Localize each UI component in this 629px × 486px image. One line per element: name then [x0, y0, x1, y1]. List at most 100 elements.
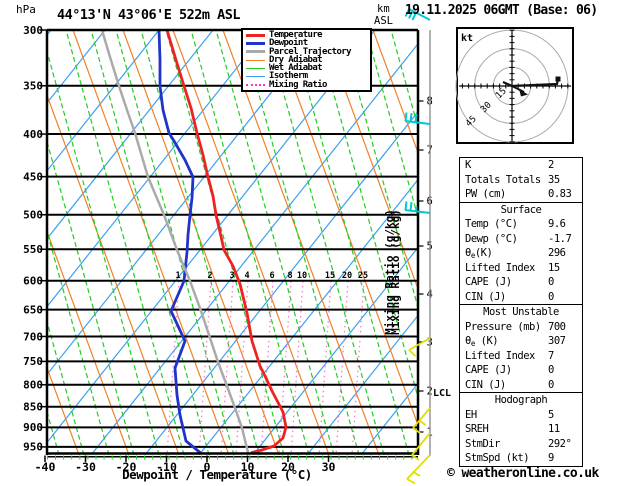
pressure-label: 600	[23, 275, 43, 288]
index-value: 0	[548, 364, 554, 376]
pressure-label: 900	[23, 421, 43, 434]
index-label: CAPE (J)	[465, 276, 512, 288]
adiabat-isotherm-line	[240, 30, 360, 455]
index-value: -1.7	[548, 232, 572, 245]
mixing-ratio-value-label: 4	[244, 271, 249, 281]
index-label: θe (K)	[465, 335, 499, 348]
plot-frame	[45, 28, 420, 458]
indices-section: K 2 Totals Totals 35 PW (cm) 0.83	[460, 158, 582, 202]
index-label: Temp (°C)	[465, 218, 518, 230]
altitude-unit-asl: ASL	[374, 15, 393, 27]
mixing-ratio-line	[351, 280, 365, 455]
pressure-label: 850	[23, 400, 43, 413]
adiabat-isotherm-line	[47, 49, 160, 455]
hodograph: 153045	[455, 27, 574, 144]
index-value: 0.83	[548, 188, 572, 200]
mixing-ratio-axis-label: Mixing Ratio (g/kg)	[383, 209, 396, 335]
wind-barb	[408, 349, 417, 357]
legend-item: Wet Adiabat	[246, 64, 370, 73]
indices-row: θe(K) 296	[460, 246, 582, 261]
wind-barb	[409, 201, 413, 211]
index-value: 15	[548, 261, 560, 274]
indices-row: Pressure (mb) 700	[460, 320, 582, 335]
indices-row: PW (cm) 0.83	[460, 187, 582, 202]
temperature-curve	[165, 30, 288, 454]
indices-row: Temp (°C) 9.6	[460, 217, 582, 232]
index-value: 0	[548, 378, 554, 391]
adiabat-isotherm-line	[90, 30, 210, 455]
pressure-label: 750	[23, 355, 43, 368]
pressure-label: 700	[23, 330, 43, 343]
indices-row: CIN (J) 0	[460, 290, 582, 305]
pressure-label: 800	[23, 379, 43, 392]
index-label: CAPE (J)	[465, 364, 512, 376]
parcel-trajectory-curve	[100, 30, 250, 454]
pressure-gridlines	[47, 29, 418, 448]
indices-section-header: Most Unstable	[483, 306, 559, 318]
temp-axis-label: Dewpoint / Temperature (°C)	[122, 467, 312, 482]
index-value: 2	[548, 159, 554, 171]
legend: Temperature Dewpoint Parcel Trajectory Dry …	[241, 28, 372, 93]
indices-row: Totals Totals 35	[460, 173, 582, 188]
index-label: Dewp (°C)	[465, 232, 518, 245]
index-value: 0	[548, 276, 554, 288]
index-label: StmDir	[465, 437, 500, 450]
index-label: Lifted Index	[465, 261, 535, 274]
index-value: 5	[548, 408, 554, 421]
mixing-ratio-value-label: 25	[358, 271, 368, 281]
indices-row: EH 5	[460, 408, 582, 423]
adiabat-isotherm-line	[140, 30, 260, 455]
legend-line-sample	[246, 59, 265, 61]
pressure-label: 400	[23, 128, 43, 141]
pressure-label: 300	[23, 24, 43, 37]
wind-barb	[412, 470, 421, 477]
wind-barb	[404, 201, 408, 211]
mixing-ratio-value-label: 15	[325, 271, 335, 281]
legend-line-sample	[246, 50, 265, 54]
mixing-ratio-value-label: 6	[269, 271, 274, 281]
legend-line-sample	[246, 76, 265, 78]
index-label: θe(K)	[465, 247, 493, 260]
temp-tick-label: -40	[35, 460, 56, 474]
index-label: StmSpd (kt)	[465, 452, 530, 464]
wind-barb	[415, 206, 418, 212]
index-label: Lifted Index	[465, 349, 535, 362]
indices-row: StmSpd (kt) 9	[460, 451, 582, 466]
indices-row: CAPE (J) 0	[460, 363, 582, 378]
legend-item: Mixing Ratio	[246, 80, 370, 89]
indices-section-header: Surface	[500, 203, 542, 216]
wind-barb	[411, 432, 431, 456]
adiabat-isotherm-line	[122, 30, 280, 455]
index-value: 9	[548, 452, 554, 464]
station-title: 44°13'N 43°06'E 522m ASL	[57, 7, 240, 23]
legend-line-sample	[246, 33, 265, 37]
index-value: 0	[548, 290, 554, 303]
mixing-ratio-value-label: 3	[229, 271, 234, 281]
mixing-ratio-value-label: 20	[342, 271, 352, 281]
index-label: EH	[465, 408, 477, 421]
legend-line-sample	[246, 41, 265, 45]
index-label: PW (cm)	[465, 188, 506, 200]
index-value: 7	[548, 349, 554, 362]
index-value: 296	[548, 247, 566, 259]
indices-section: Hodograph EH 5 SREH 11 StmDir 292° StmSpd (kt) 9	[460, 392, 582, 466]
pressure-label: 650	[23, 303, 43, 316]
adiabat-isotherm-line	[315, 30, 418, 400]
indices-row: CAPE (J) 0	[460, 275, 582, 290]
adiabat-isotherm-line	[222, 30, 380, 455]
wind-barb	[404, 112, 408, 122]
indices-row: Dewp (°C) -1.7	[460, 232, 582, 247]
pressure-label: 950	[23, 441, 43, 454]
adiabat-isotherm-line	[215, 30, 335, 455]
lcl-marker-label: LCL	[433, 388, 451, 399]
pressure-label: 500	[23, 209, 43, 222]
indices-table: K 2 Totals Totals 35 PW (cm) 0.83 Surface Temp …	[459, 157, 583, 467]
legend-line-sample	[246, 67, 265, 69]
index-label: Totals Totals	[465, 173, 541, 186]
wind-barb	[406, 478, 416, 485]
index-value: 700	[548, 320, 566, 333]
wind-barb	[409, 112, 413, 122]
adiabat-isotherm-line	[65, 30, 185, 455]
altitude-unit-km: km	[377, 3, 390, 15]
index-value: 35	[548, 173, 560, 186]
